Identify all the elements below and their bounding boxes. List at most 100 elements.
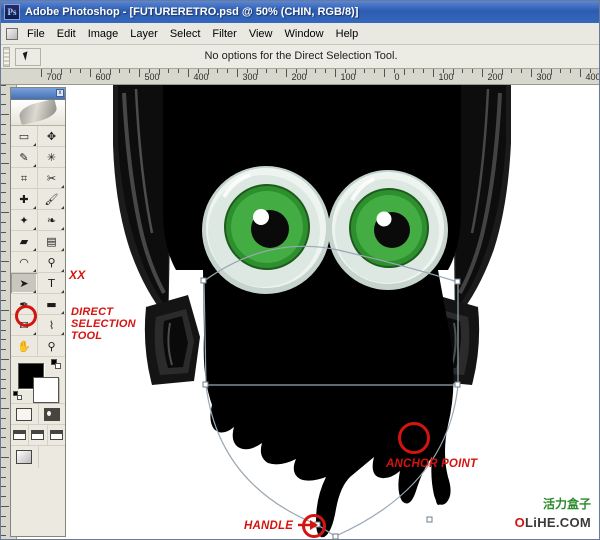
hand-tool[interactable]: ✋ (11, 336, 38, 357)
horizontal-ruler: 7006005004003002001000100200300400 (1, 69, 600, 85)
slice-tool[interactable]: ✂ (38, 168, 65, 189)
path-selection-tool[interactable]: ➤ (11, 273, 38, 294)
toolbox-title-bar[interactable]: x (11, 88, 65, 100)
ruler-tick (1, 408, 9, 409)
ruler-minor-tick (296, 69, 297, 73)
background-color-swatch[interactable] (33, 377, 59, 403)
ruler-label: 0 (394, 72, 399, 82)
blur-tool[interactable]: ◠ (11, 252, 38, 273)
ruler-tick (1, 496, 6, 497)
crop-tool-icon: ⌗ (21, 173, 27, 184)
jump-to-imageready-button[interactable] (11, 446, 39, 468)
ruler-tick (1, 94, 6, 95)
swap-colors-icon[interactable] (51, 359, 62, 370)
ruler-minor-tick (129, 69, 130, 73)
ruler-tick (1, 104, 6, 105)
type-tool[interactable]: T (38, 273, 65, 294)
jump-to-imageready-row[interactable] (11, 446, 65, 468)
eyedropper-tool[interactable]: ⌇ (38, 315, 65, 336)
shape-tool[interactable]: ▬ (38, 294, 65, 315)
ruler-minor-tick (306, 69, 307, 75)
zoom-tool[interactable]: ⚲ (38, 336, 65, 357)
menu-item-layer[interactable]: Layer (124, 26, 164, 42)
standard-screen-mode-button[interactable] (11, 425, 29, 445)
ruler-minor-tick (227, 69, 228, 73)
menu-item-help[interactable]: Help (330, 26, 365, 42)
crop-tool[interactable]: ⌗ (11, 168, 38, 189)
toolbox-palette[interactable]: x ▭✥✎✳⌗✂✚🖌✦❧▰▤◠⚲➤T✒▬✉⌇✋⚲ (10, 87, 66, 537)
quick-mask-mode-button[interactable] (39, 404, 66, 424)
lasso-tool[interactable]: ✎ (11, 147, 38, 168)
ruler-tick (1, 85, 6, 86)
marquee-tool-icon: ▭ (19, 131, 29, 142)
move-tool[interactable]: ✥ (38, 126, 65, 147)
dodge-tool[interactable]: ⚲ (38, 252, 65, 273)
ruler-minor-tick (404, 69, 405, 75)
type-tool-icon: T (48, 278, 55, 289)
history-brush-tool[interactable]: ❧ (38, 210, 65, 231)
zoom-tool-icon: ⚲ (47, 341, 55, 352)
brush-tool[interactable]: 🖌 (38, 189, 65, 210)
ruler-minor-tick (247, 69, 248, 73)
ruler-tick (1, 114, 9, 115)
menu-item-edit[interactable]: Edit (51, 26, 82, 42)
healing-brush-tool-icon: ✚ (19, 194, 28, 205)
tool-flyout-indicator (61, 269, 64, 272)
menu-item-file[interactable]: File (21, 26, 51, 42)
options-bar-message: No options for the Direct Selection Tool… (1, 50, 600, 62)
screen-mode-buttons[interactable] (11, 425, 65, 446)
tool-flyout-indicator (61, 290, 64, 293)
tool-flyout-indicator (33, 227, 36, 230)
dodge-tool-icon: ⚲ (47, 257, 55, 268)
photoshop-logo-icon: Ps (4, 4, 20, 20)
ruler-tick (1, 212, 9, 213)
ruler-tick (1, 388, 6, 389)
magic-wand-tool-icon: ✳ (47, 152, 56, 163)
ruler-minor-tick (570, 69, 571, 73)
tool-flyout-indicator (33, 269, 36, 272)
clone-stamp-tool[interactable]: ✦ (11, 210, 38, 231)
color-swatches[interactable] (11, 357, 65, 404)
mask-mode-buttons[interactable] (11, 404, 65, 425)
gradient-tool[interactable]: ▤ (38, 231, 65, 252)
tool-flyout-indicator (33, 332, 36, 335)
ruler-tick (1, 467, 6, 468)
ruler-minor-tick (364, 69, 365, 73)
ruler-tick (1, 398, 6, 399)
ruler-minor-tick (325, 69, 326, 73)
full-screen-menubar-button[interactable] (29, 425, 47, 445)
ruler-tick (1, 281, 6, 282)
eraser-tool[interactable]: ▰ (11, 231, 38, 252)
ruler-minor-tick (374, 69, 375, 73)
ruler-label: 400 (585, 72, 600, 82)
toolbox-extra-cell (39, 446, 66, 468)
close-icon[interactable]: x (56, 89, 64, 97)
ruler-tick (1, 418, 6, 419)
standard-mask-mode-button[interactable] (11, 404, 39, 424)
brush-tool-icon: 🖌 (45, 194, 59, 205)
menu-item-select[interactable]: Select (164, 26, 207, 42)
ruler-tick (531, 69, 532, 77)
ruler-tick (1, 261, 9, 262)
ruler-tick (1, 153, 6, 154)
menu-item-view[interactable]: View (243, 26, 279, 42)
ruler-minor-tick (149, 69, 150, 73)
ruler-minor-tick (198, 69, 199, 73)
tool-flyout-indicator (61, 206, 64, 209)
document-control-icon[interactable] (3, 25, 21, 43)
healing-brush-tool[interactable]: ✚ (11, 189, 38, 210)
ruler-tick (1, 271, 6, 272)
menu-item-image[interactable]: Image (82, 26, 125, 42)
menu-item-filter[interactable]: Filter (206, 26, 242, 42)
magic-wand-tool[interactable]: ✳ (38, 147, 65, 168)
ruler-tick (1, 516, 6, 517)
photoshop-feather-icon (11, 100, 65, 126)
default-colors-icon[interactable] (13, 391, 23, 401)
ruler-tick (1, 134, 6, 135)
ruler-minor-tick (355, 69, 356, 75)
handle-label: HANDLE (244, 520, 293, 532)
marquee-tool[interactable]: ▭ (11, 126, 38, 147)
full-screen-mode-button[interactable] (48, 425, 65, 445)
menu-item-window[interactable]: Window (279, 26, 330, 42)
ruler-label: 200 (291, 72, 306, 82)
